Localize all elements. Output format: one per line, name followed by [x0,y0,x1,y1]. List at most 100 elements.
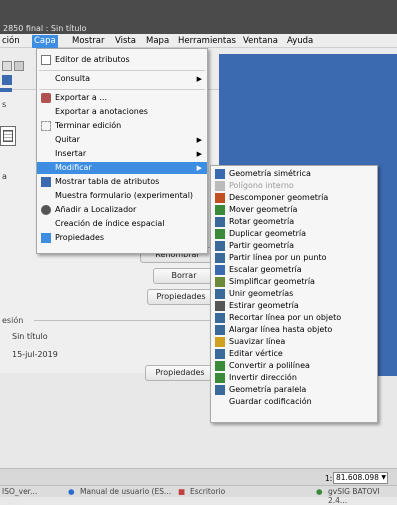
menu-item-duplicar[interactable]: Duplicar geometría [211,228,377,240]
polygon-icon [215,181,225,191]
menu-ayuda[interactable]: Ayuda [287,36,313,46]
stretch-icon [215,301,225,311]
locator-icon [41,205,51,215]
menu-item-paralela[interactable]: Geometría paralela [211,384,377,396]
menu-item-partir-linea[interactable]: Partir línea por un punto [211,252,377,264]
export-icon [41,93,51,103]
checkbox-icon[interactable] [41,55,51,65]
trim-icon [215,313,225,323]
menu-item-terminar-edicion[interactable]: Terminar edición [37,120,207,132]
decompose-icon [215,193,225,203]
menu-item-localizador[interactable]: Añadir a Localizador [37,204,207,216]
menu-item-consulta[interactable]: Consulta ▶ [37,73,207,85]
window-title: 2850 final : Sin título [3,24,87,33]
view-properties-button[interactable]: Propiedades [147,289,215,305]
modificar-submenu: Geometría simétrica Polígono interno Des… [210,165,378,423]
menu-item-simplificar[interactable]: Simplificar geometría [211,276,377,288]
submenu-arrow-icon: ▶ [196,75,202,83]
menu-item-recortar[interactable]: Recortar línea por un objeto [211,312,377,324]
menu-item-geometria-simetrica[interactable]: Geometría simétrica [211,168,377,180]
simplify-icon [215,277,225,287]
zoom-icon[interactable] [2,61,12,71]
menu-item-estirar[interactable]: Estirar geometría [211,300,377,312]
move-icon [215,205,225,215]
menu-item-modificar[interactable]: Modificar ▶ [37,162,207,174]
session-name: Sin título [12,332,48,341]
extend-icon [215,325,225,335]
separator [39,70,205,71]
session-heading: esión [2,316,24,325]
desktop-icon: ■ [178,487,186,496]
duplicate-icon [215,229,225,239]
menu-mostrar[interactable]: Mostrar [72,36,105,46]
scale-value: 81.608.098 [336,473,379,482]
menu-herramientas[interactable]: Herramientas [178,36,236,46]
symmetry-icon [215,169,225,179]
menu-item-exportar[interactable]: Exportar a ... [37,92,207,104]
split-line-icon [215,253,225,263]
scale-icon [215,265,225,275]
left-label-s: s [2,100,7,109]
menu-item-guardar-codificacion[interactable]: Guardar codificación [211,396,377,408]
task-gvsig[interactable]: gvSIG BATOVI 2.4... [328,487,397,505]
chevron-down-icon[interactable]: ▼ [381,473,386,483]
menu-item-propiedades[interactable]: Propiedades [37,232,207,244]
layer-icon[interactable] [2,75,12,85]
menu-item-editor-atributos[interactable]: Editor de atributos [37,54,207,66]
menu-item-exportar-anotaciones[interactable]: Exportar a anotaciones [37,106,207,118]
menu-item-partir[interactable]: Partir geometría [211,240,377,252]
menu-item-descomponer[interactable]: Descomponer geometría [211,192,377,204]
view-tab[interactable] [0,88,12,92]
properties-icon [41,233,51,243]
gvsig-icon: ● [316,487,323,496]
parallel-icon [215,385,225,395]
menu-item-indice-espacial[interactable]: Creación de índice espacial [37,218,207,230]
session-divider [34,320,219,321]
task-escritorio[interactable]: Escritorio [190,487,225,496]
menu-item-escalar[interactable]: Escalar geometría [211,264,377,276]
split-icon [215,241,225,251]
browser-icon: ● [68,487,75,496]
menu-capa[interactable]: Capa [32,35,58,48]
delete-button[interactable]: Borrar [153,268,215,284]
os-taskbar: ISO_ver... ● Manual de usuario (ES... ■ … [0,485,397,505]
separator [39,89,205,90]
menu-item-convertir-polilinea[interactable]: Convertir a polilínea [211,360,377,372]
menu-item-invertir[interactable]: Invertir dirección [211,372,377,384]
table-icon [41,177,51,187]
scale-prefix: 1: [325,474,333,483]
menu-item-mover[interactable]: Mover geometría [211,204,377,216]
left-label-a: a [2,172,7,181]
menu-item-quitar[interactable]: Quitar ▶ [37,134,207,146]
polyline-icon [215,361,225,371]
menu-ventana[interactable]: Ventana [243,36,278,46]
session-date: 15-jul-2019 [12,350,58,359]
menu-item-suavizar[interactable]: Suavizar línea [211,336,377,348]
window-titlebar: 2850 final : Sin título [0,0,397,34]
scale-selector[interactable]: 81.608.098 ▼ [333,472,388,484]
menu-item-editar-vertice[interactable]: Editar vértice [211,348,377,360]
menu-item-poligono-interno: Polígono interno [211,180,377,192]
rotate-icon [215,217,225,227]
menu-vista[interactable]: Vista [115,36,136,46]
invert-icon [215,373,225,383]
smooth-icon [215,337,225,347]
join-icon [215,289,225,299]
submenu-arrow-icon: ▶ [196,136,202,144]
capa-menu: Editor de atributos Consulta ▶ Exportar … [36,48,208,254]
menu-item-mostrar-tabla[interactable]: Mostrar tabla de atributos [37,176,207,188]
session-properties-button[interactable]: Propiedades [145,365,215,381]
pan-icon[interactable] [14,61,24,71]
menu-accion[interactable]: ción [2,36,20,46]
menubar: ción Capa Mostrar Vista Mapa Herramienta… [0,34,397,48]
task-iso[interactable]: ISO_ver... [2,487,37,496]
menu-item-alargar[interactable]: Alargar línea hasta objeto [211,324,377,336]
menu-item-insertar[interactable]: Insertar ▶ [37,148,207,160]
vertex-icon [215,349,225,359]
menu-item-formulario[interactable]: Muestra formulario (experimental) [37,190,207,202]
menu-item-rotar[interactable]: Rotar geometría [211,216,377,228]
task-manual[interactable]: Manual de usuario (ES... [80,487,171,496]
menu-item-unir[interactable]: Unir geometrías [211,288,377,300]
view-thumbnail[interactable] [0,126,16,146]
menu-mapa[interactable]: Mapa [146,36,169,46]
